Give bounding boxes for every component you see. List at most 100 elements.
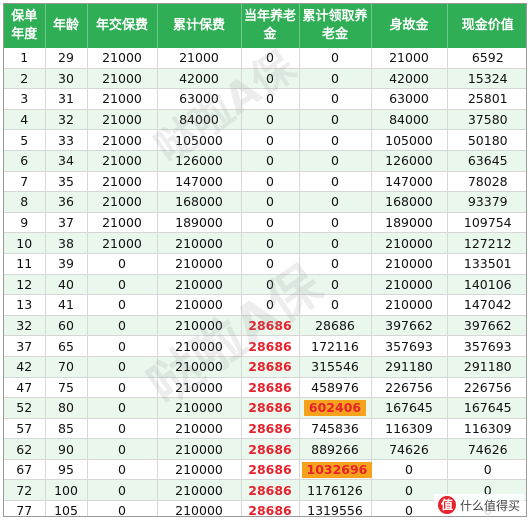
cell-cash-value: 50180 — [467, 132, 508, 148]
header-annual-pension: 当年养老金 — [241, 4, 300, 48]
header-cash-value: 现金价值 — [447, 4, 526, 48]
cell-annual-premium: 0 — [87, 274, 158, 295]
cell-cumulative-pension: 172116 — [299, 335, 372, 357]
cell-age: 36 — [45, 191, 88, 213]
cell-death-benefit: 74626 — [371, 438, 448, 460]
cell-policy-year: 32 — [4, 315, 46, 336]
cell-annual-premium: 21000 — [87, 191, 158, 213]
cell-annual-pension: 0 — [241, 171, 300, 192]
cell-annual-pension: 28686 — [241, 335, 300, 357]
cell-age: 34 — [45, 150, 88, 172]
cell-age: 90 — [45, 438, 88, 460]
cell-annual-premium: 0 — [87, 253, 158, 275]
header-annual-premium: 年交保费 — [87, 4, 158, 48]
table-row: 9 37 21000 189000 0 0 189000 109754 — [4, 212, 526, 233]
cell-annual-pension: 0 — [241, 253, 300, 275]
cell-age: 105 — [45, 500, 88, 516]
cell-annual-pension: 28686 — [241, 356, 300, 377]
cell-cash-value: 291180 — [463, 359, 512, 375]
cell-age: 85 — [45, 418, 88, 439]
cell-cumulative-pension: 0 — [299, 129, 372, 151]
cell-cumulative-pension: 1319556 — [299, 500, 372, 516]
cell-annual-premium: 21000 — [87, 232, 158, 254]
smzdm-logo-icon: 值 — [437, 496, 456, 514]
cell-annual-premium: 0 — [87, 315, 158, 336]
cell-annual-pension: 28686 — [241, 397, 300, 419]
table-header-row: 保单年度 年龄 年交保费 累计保费 当年养老金 累计领取养老金 身故金 现金价值 — [4, 4, 526, 48]
cell-annual-premium: 0 — [87, 397, 158, 419]
cell-annual-premium: 0 — [87, 500, 158, 516]
cell-death-benefit: 63000 — [371, 88, 448, 110]
cell-age: 35 — [45, 171, 88, 192]
cell-death-benefit: 126000 — [371, 150, 448, 172]
cell-annual-premium: 21000 — [87, 88, 158, 110]
cell-cash-value: 133501 — [463, 256, 512, 272]
cell-annual-pension: 0 — [241, 274, 300, 295]
table-row: 12 40 0 210000 0 0 210000 140106 — [4, 274, 526, 295]
cell-cash-value: 93379 — [467, 194, 508, 210]
cell-cumulative-pension: 745836 — [299, 418, 372, 439]
cell-policy-year: 3 — [4, 88, 46, 110]
cell-annual-pension: 0 — [241, 212, 300, 233]
cell-policy-year: 8 — [4, 191, 46, 213]
cell-cash-value: 37580 — [467, 112, 508, 128]
cell-cumulative-premium: 63000 — [157, 88, 242, 110]
cell-death-benefit: 210000 — [371, 294, 448, 316]
cell-annual-premium: 21000 — [87, 68, 158, 89]
cell-annual-pension: 0 — [241, 68, 300, 89]
cell-annual-premium: 0 — [87, 335, 158, 357]
cell-age: 29 — [45, 48, 88, 69]
cell-cash-value: 0 — [483, 462, 492, 478]
cell-death-benefit: 210000 — [371, 253, 448, 275]
cell-age: 31 — [45, 88, 88, 110]
cell-death-benefit: 21000 — [371, 48, 448, 69]
table-row: 52 80 0 210000 28686 602406 167645 167645 — [4, 397, 526, 419]
cell-cumulative-premium: 168000 — [157, 191, 242, 213]
cell-age: 95 — [45, 459, 88, 480]
cell-cumulative-premium: 210000 — [157, 459, 242, 480]
cell-death-benefit: 210000 — [371, 274, 448, 295]
table-row: 47 75 0 210000 28686 458976 226756 226756 — [4, 377, 526, 398]
insurance-table-panel: 保单年度 年龄 年交保费 累计保费 当年养老金 累计领取养老金 身故金 现金价值… — [3, 3, 527, 517]
cell-cumulative-pension: 0 — [299, 191, 372, 213]
cell-policy-year: 62 — [4, 438, 46, 460]
cell-age: 100 — [45, 479, 88, 501]
table-row: 11 39 0 210000 0 0 210000 133501 — [4, 253, 526, 275]
cell-age: 40 — [45, 274, 88, 295]
cell-cumulative-premium: 210000 — [157, 397, 242, 419]
cell-age: 80 — [45, 397, 88, 419]
cell-annual-pension: 28686 — [241, 479, 300, 501]
table-row: 42 70 0 210000 28686 315546 291180 291180 — [4, 356, 526, 377]
cell-death-benefit: 167645 — [371, 397, 448, 419]
cell-annual-pension: 28686 — [241, 418, 300, 439]
table-row: 10 38 21000 210000 0 0 210000 127212 — [4, 232, 526, 254]
table-row: 13 41 0 210000 0 0 210000 147042 — [4, 294, 526, 316]
table-row: 6 34 21000 126000 0 0 126000 63645 — [4, 150, 526, 172]
header-policy-year: 保单年度 — [4, 4, 46, 48]
cell-annual-pension: 0 — [241, 294, 300, 316]
cell-cumulative-premium: 126000 — [157, 150, 242, 172]
cell-death-benefit: 291180 — [371, 356, 448, 377]
cell-annual-premium: 0 — [87, 418, 158, 439]
cell-cash-value: 357693 — [463, 338, 512, 354]
cell-death-benefit: 116309 — [371, 418, 448, 439]
cell-cash-value: 147042 — [463, 297, 512, 313]
cell-cumulative-premium: 210000 — [157, 479, 242, 501]
header-cumulative-premium: 累计保费 — [157, 4, 242, 48]
cell-annual-pension: 0 — [241, 88, 300, 110]
site-badge: 值 什么值得买 — [433, 494, 524, 516]
cell-annual-premium: 21000 — [87, 150, 158, 172]
table-row: 5 33 21000 105000 0 0 105000 50180 — [4, 129, 526, 151]
cell-policy-year: 5 — [4, 129, 46, 151]
cell-policy-year: 9 — [4, 212, 46, 233]
cell-cumulative-pension: 1032696 — [299, 459, 373, 480]
highlighted-value: 1032696 — [301, 461, 373, 478]
cell-cumulative-premium: 21000 — [157, 48, 242, 69]
cell-age: 75 — [45, 377, 88, 398]
cell-cumulative-pension: 0 — [299, 88, 372, 110]
cell-annual-pension: 0 — [241, 129, 300, 151]
cell-cash-value: 78028 — [467, 173, 508, 189]
cell-annual-premium: 0 — [87, 356, 158, 377]
table-row: 37 65 0 210000 28686 172116 357693 357693 — [4, 335, 526, 357]
cell-cash-value: 109754 — [463, 215, 512, 231]
